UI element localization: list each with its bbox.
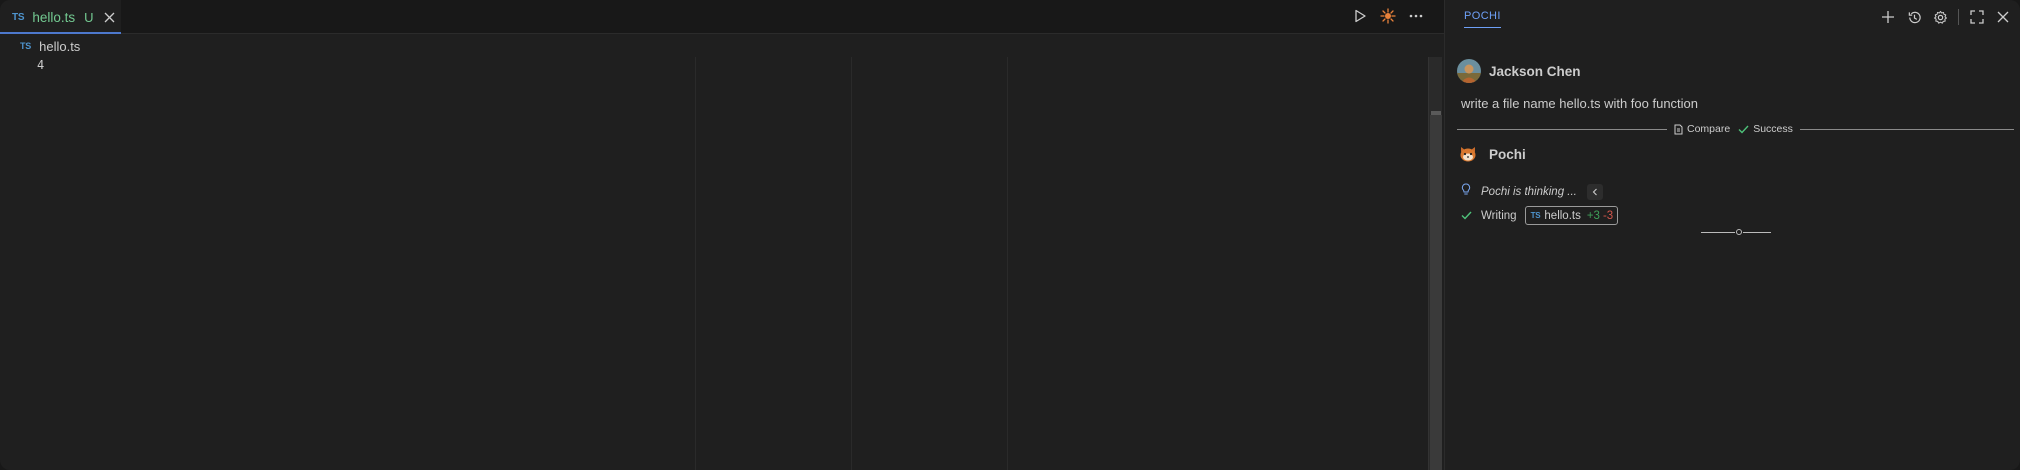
divider-line xyxy=(1799,128,2014,130)
editor-tabbar: TS hello.ts U xyxy=(0,0,1444,34)
code-editor[interactable]: 4 xyxy=(0,57,1430,470)
thinking-row: Pochi is thinking ... xyxy=(1461,183,1603,201)
breadcrumb[interactable]: TS hello.ts xyxy=(0,35,1444,57)
history-icon[interactable] xyxy=(1906,9,1922,25)
typescript-icon: TS xyxy=(1530,211,1541,220)
untracked-status-badge: U xyxy=(84,9,94,25)
check-icon xyxy=(1738,125,1749,134)
file-chip[interactable]: TS hello.ts +3 -3 xyxy=(1524,206,1619,225)
maximize-icon[interactable] xyxy=(1969,9,1985,25)
new-task-icon[interactable] xyxy=(1880,9,1896,25)
tool-call-row: Writing TS hello.ts +3 -3 xyxy=(1461,206,1619,225)
line-number: 4 xyxy=(37,58,45,72)
editor-area: TS hello.ts U TS hello.ts 4 xyxy=(0,0,1444,470)
panel-title[interactable]: POCHI xyxy=(1464,10,1501,28)
tab-label: hello.ts xyxy=(32,9,76,25)
pochi-avatar-icon xyxy=(1457,143,1479,165)
avatar xyxy=(1457,59,1481,83)
thinking-text: Pochi is thinking ... xyxy=(1481,186,1577,198)
loading-indicator xyxy=(1701,229,1773,235)
panel-actions xyxy=(1880,9,2011,25)
editor-scrollbar[interactable] xyxy=(1428,57,1442,470)
tool-action-label: Writing xyxy=(1481,209,1517,222)
user-message-header: Jackson Chen xyxy=(1457,59,1581,83)
pochi-panel: POCHI Jackson Chen write a file name hel… xyxy=(1445,0,2020,470)
divider-line xyxy=(1457,128,1667,130)
checkpoint-actions: Compare Success xyxy=(1667,123,1800,135)
chevron-left-icon[interactable] xyxy=(1586,184,1603,200)
breadcrumb-file[interactable]: hello.ts xyxy=(39,39,80,54)
lightbulb-icon xyxy=(1461,183,1471,201)
typescript-icon: TS xyxy=(20,41,32,51)
lines-added: +3 xyxy=(1586,209,1600,222)
pochi-burst-icon[interactable] xyxy=(1380,8,1396,24)
panel-header: POCHI xyxy=(1445,0,2020,34)
lines-removed: -3 xyxy=(1602,209,1614,222)
settings-icon[interactable] xyxy=(1932,9,1948,25)
more-icon[interactable] xyxy=(1408,8,1424,24)
run-icon[interactable] xyxy=(1352,8,1368,24)
close-icon[interactable] xyxy=(1995,9,2011,25)
user-message-text: write a file name hello.ts with foo func… xyxy=(1461,96,1699,111)
editor-toolbar xyxy=(1352,8,1424,24)
tab-hello-ts[interactable]: TS hello.ts U xyxy=(0,0,121,34)
close-icon[interactable] xyxy=(103,10,117,24)
vertical-ruler xyxy=(695,57,696,470)
file-diff-icon xyxy=(1674,124,1683,135)
check-icon xyxy=(1461,207,1472,225)
assistant-message-header: Pochi xyxy=(1457,143,1526,165)
file-chip-name: hello.ts xyxy=(1544,209,1581,222)
success-status: Success xyxy=(1753,123,1793,135)
assistant-name: Pochi xyxy=(1489,146,1526,162)
compare-button[interactable]: Compare xyxy=(1687,123,1730,135)
toolbar-separator xyxy=(1958,9,1959,25)
vertical-ruler xyxy=(851,57,852,470)
checkpoint-row: Compare Success xyxy=(1457,121,2014,137)
scrollbar-track[interactable] xyxy=(1430,115,1442,470)
typescript-icon: TS xyxy=(12,11,25,23)
ide-window: TS hello.ts U TS hello.ts 4 POCHI Jackso… xyxy=(0,0,2020,470)
user-name: Jackson Chen xyxy=(1489,63,1581,79)
vertical-ruler xyxy=(1007,57,1008,470)
